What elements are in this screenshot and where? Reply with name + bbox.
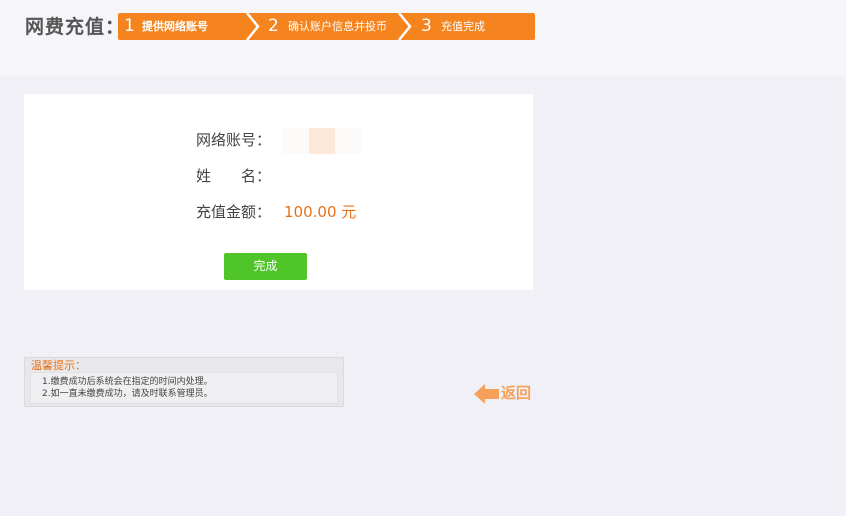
account-label: 网络账号： [196, 131, 272, 149]
step-2: 2 确认账户信息并投币 [252, 13, 404, 40]
step-separator-chevron-1 [246, 13, 260, 40]
account-row: 网络账号： [196, 129, 284, 151]
step-3-number: 3 [421, 16, 432, 36]
recharge-info-card: 网络账号： 姓 名： 充值金额： 100.00 元 完成 [24, 94, 533, 290]
step-2-label: 确认账户信息并投币 [288, 20, 387, 33]
step-1-number: 1 [124, 16, 135, 36]
amount-label: 充值金额： [196, 203, 272, 221]
step-separator-chevron-2 [398, 13, 412, 40]
done-button[interactable]: 完成 [224, 253, 307, 280]
step-progress-bar: 1 提供网络账号 2 确认账户信息并投币 3 充值完成 [118, 13, 535, 40]
tips-box: 温馨提示： 1.缴费成功后系统会在指定的时间内处理。 2.如一直未缴费成功，请及… [24, 357, 344, 407]
tips-title: 温馨提示： [31, 359, 86, 372]
arrow-left-icon [474, 384, 499, 404]
step-3-label: 充值完成 [441, 20, 485, 33]
back-link[interactable]: 返回 [474, 382, 538, 406]
tips-content: 1.缴费成功后系统会在指定的时间内处理。 2.如一直未缴费成功，请及时联系管理员… [30, 372, 338, 404]
amount-value: 100.00 元 [284, 203, 357, 221]
account-value-masked [283, 128, 361, 154]
name-row: 姓 名： [196, 165, 284, 187]
step-3: 3 充值完成 [404, 13, 535, 40]
step-2-number: 2 [268, 16, 279, 36]
amount-row: 充值金额： 100.00 元 [196, 201, 356, 223]
tip-line-1: 1.缴费成功后系统会在指定的时间内处理。 [42, 377, 213, 387]
back-label: 返回 [501, 384, 532, 402]
name-label: 姓 名： [196, 167, 272, 185]
page-title: 网费充值： [25, 16, 126, 38]
tip-line-2: 2.如一直未缴费成功，请及时联系管理员。 [42, 389, 213, 399]
step-1-label: 提供网络账号 [142, 20, 208, 33]
step-1: 1 提供网络账号 [118, 13, 252, 40]
